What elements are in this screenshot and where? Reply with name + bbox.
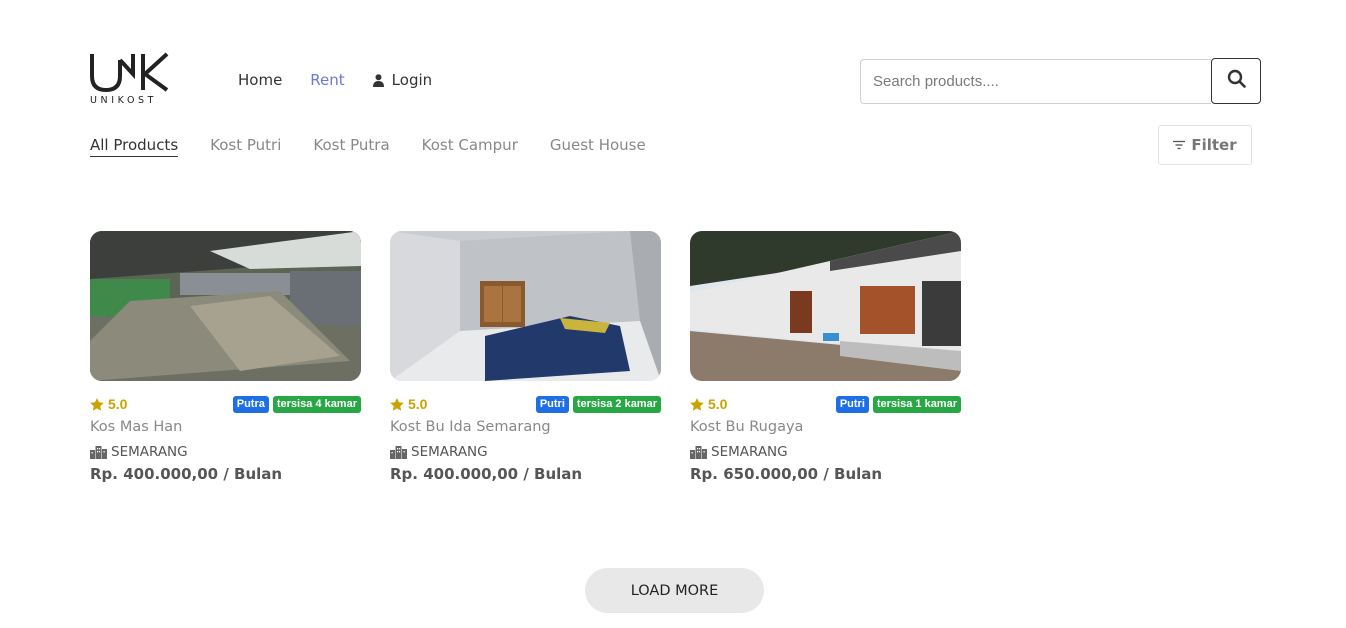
filter-label: Filter [1191, 136, 1237, 154]
tab-guest-house[interactable]: Guest House [550, 136, 646, 157]
rating-value: 5.0 [408, 396, 428, 412]
availability-badge: tersisa 4 kamar [272, 395, 361, 413]
city-label: SEMARANG [711, 444, 788, 460]
tab-kost-putri[interactable]: Kost Putri [210, 136, 281, 157]
category-tabs: All Products Kost Putri Kost Putra Kost … [90, 136, 678, 157]
availability-badge: tersisa 1 kamar [872, 395, 961, 413]
badges: Putri tersisa 1 kamar [835, 395, 961, 413]
nav-login-label: Login [391, 71, 433, 89]
nav-rent-link[interactable]: Rent [310, 71, 344, 89]
product-name[interactable]: Kost Bu Ida Semarang [390, 419, 661, 435]
tab-all-products[interactable]: All Products [90, 136, 179, 157]
city-icon [390, 445, 407, 459]
star-icon [90, 397, 104, 411]
filter-icon [1173, 140, 1186, 150]
product-city: SEMARANG [90, 444, 361, 460]
tab-kost-putra[interactable]: Kost Putra [313, 136, 389, 157]
city-label: SEMARANG [111, 444, 188, 460]
city-icon [690, 445, 707, 459]
tab-kost-campur[interactable]: Kost Campur [422, 136, 518, 157]
type-badge: Putri [835, 395, 869, 413]
product-name[interactable]: Kos Mas Han [90, 419, 361, 435]
product-image[interactable] [390, 231, 661, 381]
search-input[interactable] [860, 59, 1211, 104]
product-city: SEMARANG [390, 444, 661, 460]
city-label: SEMARANG [411, 444, 488, 460]
user-icon [372, 73, 384, 87]
product-image[interactable] [690, 231, 961, 381]
badges: Putri tersisa 2 kamar [535, 395, 661, 413]
product-price: Rp. 650.000,00 / Bulan [690, 465, 883, 483]
rating: 5.0 [390, 396, 427, 412]
star-icon [390, 397, 404, 411]
search-button[interactable] [1211, 58, 1261, 104]
product-image[interactable] [90, 231, 361, 381]
product-card[interactable]: 5.0 Putri tersisa 2 kamar Kost Bu Ida Se… [390, 231, 661, 483]
product-price: Rp. 400.000,00 / Bulan [390, 465, 583, 483]
star-icon [690, 397, 704, 411]
logo-text: UNIKOST [90, 95, 158, 106]
rating: 5.0 [690, 396, 727, 412]
main-nav: Home Rent Login [238, 71, 432, 89]
product-name[interactable]: Kost Bu Rugaya [690, 419, 961, 435]
search-icon [1227, 69, 1246, 93]
type-badge: Putri [535, 395, 569, 413]
nav-login-link[interactable]: Login [372, 71, 433, 89]
card-meta: 5.0 Putra tersisa 4 kamar [90, 395, 361, 413]
type-badge: Putra [232, 395, 269, 413]
product-card[interactable]: 5.0 Putra tersisa 4 kamar Kos Mas Han SE… [90, 231, 361, 483]
badges: Putra tersisa 4 kamar [232, 395, 361, 413]
filter-button[interactable]: Filter [1158, 125, 1252, 165]
nav-home-link[interactable]: Home [238, 71, 282, 89]
load-more-button[interactable]: LOAD MORE [585, 568, 764, 613]
search-bar [860, 58, 1261, 104]
city-icon [90, 445, 107, 459]
product-price: Rp. 400.000,00 / Bulan [90, 465, 283, 483]
card-meta: 5.0 Putri tersisa 2 kamar [390, 395, 661, 413]
logo-mark [90, 52, 169, 92]
availability-badge: tersisa 2 kamar [572, 395, 661, 413]
rating: 5.0 [90, 396, 127, 412]
card-meta: 5.0 Putri tersisa 1 kamar [690, 395, 961, 413]
rating-value: 5.0 [708, 396, 728, 412]
product-city: SEMARANG [690, 444, 961, 460]
logo[interactable]: UNIKOST [89, 52, 171, 110]
rating-value: 5.0 [108, 396, 128, 412]
product-card[interactable]: 5.0 Putri tersisa 1 kamar Kost Bu Rugaya… [690, 231, 961, 483]
